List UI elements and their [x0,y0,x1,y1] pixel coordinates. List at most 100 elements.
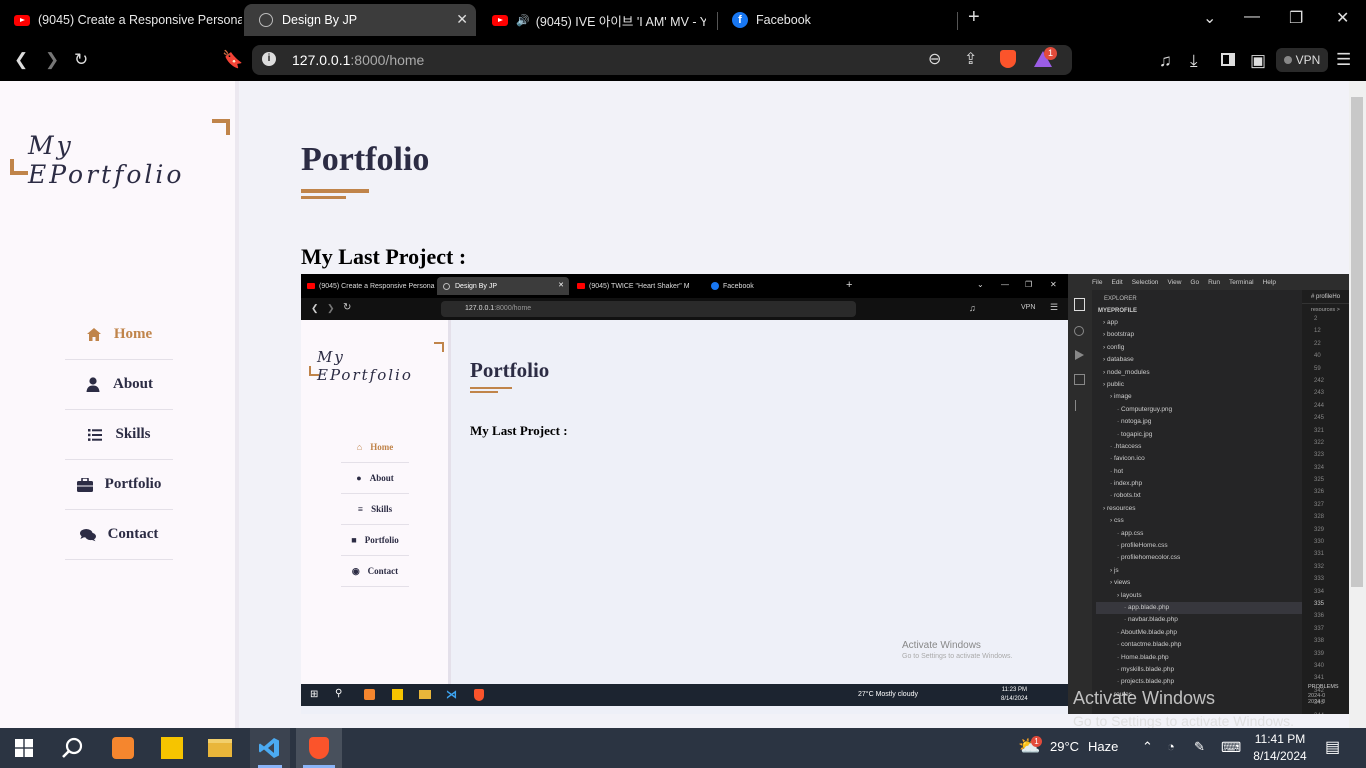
run-icon [1075,350,1084,360]
nav-portfolio[interactable]: Portfolio [65,460,173,510]
weather-text[interactable]: Haze [1088,739,1118,754]
editor-breadcrumb: resources > [1311,307,1340,313]
screenshot-nav-label: Skills [371,504,393,514]
share-icon[interactable]: ⇪ [964,49,977,69]
explorer-item: · .htaccess [1110,442,1142,450]
media-icon[interactable]: ♫ [1159,51,1172,71]
close-window-icon[interactable]: ✕ [1336,8,1349,28]
screenshot-nav-label: Contact [367,566,399,576]
comments-icon [79,527,96,543]
vpn-label: VPN [1021,304,1036,311]
facebook-icon: f [732,12,748,28]
minimize-icon[interactable]: — [1244,8,1260,26]
explorer-item: › views [1110,579,1131,587]
tab-label: Design By JP [282,13,358,27]
nav-about[interactable]: About [65,360,173,410]
explorer-item: · Home.blade.php [1117,653,1169,661]
menu-icon[interactable]: ☰ [1336,50,1351,70]
user-icon: ● [356,473,362,483]
line-number: 332 [1314,563,1325,570]
screenshot-nav-label: About [369,473,394,483]
project-screenshot: (9045) Create a Responsive Persona Desig… [301,274,1349,714]
line-number: 242 [1314,377,1325,384]
sidebar: My EPortfolio Home About Skills Portfoli… [0,81,239,728]
screenshot-time: 11:23 PM [1001,687,1027,693]
tab-strip: (9045) Create a Responsive Personal Desi… [0,0,1366,40]
brave-shield-icon[interactable] [1000,50,1016,68]
screenshot-tab: (9045) TWICE "Heart Shaker" M [571,277,701,295]
vpn-button[interactable]: VPN [1276,48,1328,72]
clock-time: 11:41 PM [1254,732,1306,746]
screenshot-tab-label: (9045) TWICE "Heart Shaker" M [589,282,690,290]
screenshot-tab: (9045) Create a Responsive Persona [301,277,435,295]
explorer-item: · hot [1110,467,1124,475]
line-number: 326 [1314,489,1325,496]
folder-icon [419,690,431,699]
line-number: 321 [1314,427,1325,434]
url-text[interactable]: 127.0.0.1:8000/home [292,52,424,68]
zoom-icon[interactable]: ⊖ [928,49,941,69]
vscode-activity-bar [1068,290,1092,714]
screenshot-logo: My EPortfolio [309,342,444,384]
new-tab-icon[interactable]: + [968,6,980,29]
screenshot-activate-sub: Go to Settings to activate Windows. [902,653,1013,660]
tab-design-by-jp[interactable]: Design By JP ✕ [244,4,476,36]
chevron-up-icon[interactable]: ⌃ [1142,739,1153,755]
url-path: :8000/home [350,52,425,68]
close-tab-icon[interactable]: ✕ [456,11,468,28]
reload-icon[interactable]: ↻ [74,50,88,70]
download-icon[interactable]: ⤓ [1190,51,1198,71]
wallet-icon[interactable]: ▣ [1250,51,1266,71]
screenshot-tab-strip: (9045) Create a Responsive Persona Desig… [301,274,1068,298]
restore-icon[interactable]: ❐ [1289,8,1303,28]
explorer-item: · togapic.jpg [1117,430,1153,438]
taskbar: ⛅ 1 29°C Haze ⌃ ◔ ✎ ⌨ 11:41 PM 8/14/2024… [0,728,1366,768]
log-line: 2024-0 [1308,699,1326,705]
explorer-item: · notoga.jpg [1117,418,1152,426]
line-number: 325 [1314,477,1325,484]
scrollbar-thumb[interactable] [1351,97,1363,587]
chevron-down-icon[interactable]: ⌄ [1203,8,1216,28]
taskbar-clock[interactable]: 11:41 PM 8/14/2024 [1245,731,1315,765]
screenshot-taskbar: ⊞ ⚲ ⋊ 27°C Mostly cloudy 11:23 PM 8/14/20… [301,684,1068,706]
xampp-icon[interactable] [111,736,135,760]
vpn-status-icon [1283,56,1292,64]
search-icon[interactable] [60,736,84,760]
nav-contact[interactable]: Contact [65,510,173,560]
brave-icon[interactable] [307,736,331,760]
weather-temp[interactable]: 29°C [1050,739,1079,754]
extensions-icon [1074,374,1085,385]
screenshot-nav-label: Home [370,442,394,452]
explorer-item: › public [1103,380,1124,388]
screenshot-tab-label: Design By JP [455,282,498,290]
line-number: 338 [1314,638,1325,645]
wifi-icon[interactable]: ◔ [1167,739,1175,754]
keyboard-icon[interactable]: ⌨ [1221,739,1241,756]
sidebar-toggle-icon[interactable] [1221,53,1235,66]
explorer-item: · app.css [1117,529,1144,537]
youtube-icon [492,12,508,28]
logo[interactable]: My EPortfolio [10,119,230,189]
line-number: 333 [1314,576,1325,583]
vscode-menu-item: Help [1262,278,1276,286]
file-explorer-icon[interactable] [208,736,232,760]
pen-icon[interactable]: ✎ [1194,739,1205,755]
address-bar[interactable]: i 127.0.0.1:8000/home ⊖ ⇪ 1 [252,45,1072,75]
nav-home[interactable]: Home [65,310,173,360]
forward-icon[interactable]: ❯ [45,50,59,70]
nav-skills[interactable]: Skills [65,410,173,460]
windows-start-icon[interactable] [12,736,36,760]
tab-facebook[interactable]: f Facebook [718,4,948,36]
bookmark-icon[interactable]: 🔖 [222,50,243,70]
line-number: 245 [1314,415,1325,422]
info-icon[interactable]: i [262,52,276,66]
explorer-item: › image [1110,393,1132,401]
vscode-menu-item: File [1092,278,1103,286]
back-icon[interactable]: ❮ [14,50,28,70]
sticky-notes-icon[interactable] [160,736,184,760]
nav-label: Home [113,326,153,342]
tab-youtube-2[interactable]: 🔊 (9045) IVE 아이브 'I AM' MV - Yo [478,4,706,36]
tab-youtube-1[interactable]: (9045) Create a Responsive Personal [0,4,242,36]
line-number: 59 [1314,365,1321,372]
notifications-icon[interactable]: ▤ [1325,737,1340,757]
